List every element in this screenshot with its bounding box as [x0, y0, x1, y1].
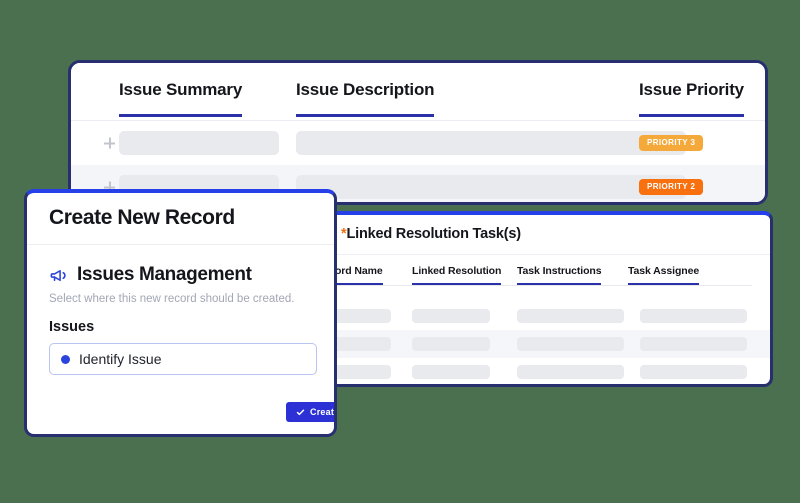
issues-management-section-heading: Issues Management	[49, 264, 252, 286]
cell-task-assignee-placeholder	[640, 337, 747, 351]
column-header-task-instructions[interactable]: Task Instructions	[517, 265, 602, 285]
check-icon	[296, 408, 305, 417]
cell-issue-description-placeholder	[296, 175, 686, 199]
table-row[interactable]	[295, 330, 770, 358]
linked-resolution-title-text: Linked Resolution Task(s)	[346, 226, 521, 242]
cell-task-assignee-placeholder	[640, 365, 747, 379]
megaphone-icon	[49, 266, 68, 285]
section-subtitle: Select where this new record should be c…	[49, 293, 295, 305]
create-new-record-dialog: Create New Record Issues Management Sele…	[24, 189, 337, 437]
cell-issue-description-placeholder	[296, 131, 686, 155]
linked-resolution-table-body	[295, 302, 770, 384]
issues-table-card: Issue Summary Issue Description Issue Pr…	[68, 60, 768, 205]
issues-table-header: Issue Summary Issue Description Issue Pr…	[71, 63, 765, 121]
cell-task-instructions-placeholder	[517, 365, 624, 379]
linked-resolution-tasks-card: *Linked Resolution Task(s) Record Name L…	[292, 211, 773, 387]
linked-resolution-column-headers: Record Name Linked Resolution Task Instr…	[295, 265, 770, 293]
column-header-linked-resolution[interactable]: Linked Resolution	[412, 265, 502, 285]
status-badge: PRIORITY 3	[639, 135, 704, 151]
table-row[interactable]	[295, 302, 770, 330]
create-record-header: Create New Record	[27, 193, 334, 245]
column-header-task-assignee[interactable]: Task Assignee	[628, 265, 699, 285]
expand-row-plus-icon[interactable]	[104, 137, 115, 149]
create-button[interactable]: Create	[286, 402, 337, 422]
cell-task-instructions-placeholder	[517, 337, 624, 351]
cell-task-assignee-placeholder	[640, 309, 747, 323]
column-header-issue-summary[interactable]: Issue Summary	[119, 80, 242, 117]
linked-resolution-title: *Linked Resolution Task(s)	[341, 226, 521, 242]
cell-linked-resolution-placeholder	[412, 337, 490, 351]
column-header-issue-priority[interactable]: Issue Priority	[639, 80, 744, 117]
issues-select[interactable]: Identify Issue	[49, 343, 317, 375]
radio-selected-icon[interactable]	[61, 354, 70, 364]
issues-select-value: Identify Issue	[79, 351, 162, 367]
create-button-label: Create	[310, 407, 337, 417]
status-badge: PRIORITY 2	[639, 179, 704, 195]
issues-field-label: Issues	[49, 319, 95, 335]
column-header-divider	[316, 285, 752, 286]
cell-linked-resolution-placeholder	[412, 309, 490, 323]
column-header-issue-description[interactable]: Issue Description	[296, 80, 435, 117]
section-title: Issues Management	[77, 264, 252, 285]
cell-issue-summary-placeholder	[119, 131, 279, 155]
table-row[interactable]	[295, 358, 770, 384]
table-row[interactable]: PRIORITY 3	[71, 121, 765, 165]
page-title: Create New Record	[49, 206, 235, 229]
cell-linked-resolution-placeholder	[412, 365, 490, 379]
linked-resolution-header: *Linked Resolution Task(s)	[295, 215, 770, 255]
screenshot-stage: Issue Summary Issue Description Issue Pr…	[0, 0, 800, 503]
cell-task-instructions-placeholder	[517, 309, 624, 323]
